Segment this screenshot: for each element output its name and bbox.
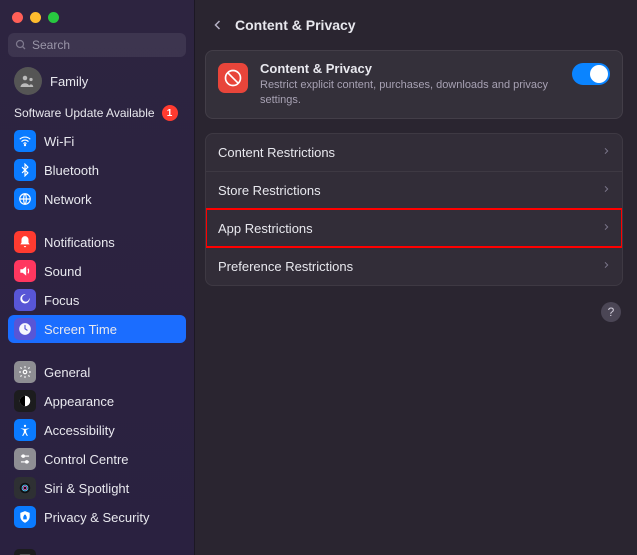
restrictions-group: Content Restrictions Store Restrictions Ap…	[205, 133, 623, 286]
software-update-row[interactable]: Software Update Available 1	[0, 101, 194, 127]
chevron-right-icon	[602, 183, 610, 198]
fullscreen-window-button[interactable]	[48, 12, 59, 23]
chevron-right-icon	[602, 259, 610, 274]
sidebar-item-label: Sound	[44, 264, 180, 279]
sidebar-item-label: Accessibility	[44, 423, 180, 438]
notifications-icon	[14, 231, 36, 253]
sidebar-item-notifications[interactable]: Notifications	[8, 228, 186, 256]
sidebar-item-label: Network	[44, 192, 180, 207]
sidebar-item-label: Siri & Spotlight	[44, 481, 180, 496]
sidebar-item-label: Privacy & Security	[44, 510, 180, 525]
sidebar-item-appearance[interactable]: Appearance	[8, 387, 186, 415]
control-centre-icon	[14, 448, 36, 470]
sidebar-item-label: Family	[50, 74, 180, 89]
network-icon	[14, 188, 36, 210]
sidebar-item-siri[interactable]: Siri & Spotlight	[8, 474, 186, 502]
sidebar-item-network[interactable]: Network	[8, 185, 186, 213]
sidebar-item-general[interactable]: General	[8, 358, 186, 386]
row-store-restrictions[interactable]: Store Restrictions	[206, 171, 622, 209]
sidebar-item-wifi[interactable]: Wi-Fi	[8, 127, 186, 155]
privacy-icon	[14, 506, 36, 528]
sidebar-item-label: Notifications	[44, 235, 180, 250]
sidebar: Family Software Update Available 1 Wi-Fi…	[0, 0, 195, 555]
family-avatar-icon	[14, 67, 42, 95]
wifi-icon	[14, 130, 36, 152]
siri-icon	[14, 477, 36, 499]
main-panel: Content & Privacy Content & Privacy Rest…	[195, 0, 637, 555]
sidebar-item-family[interactable]: Family	[8, 65, 186, 97]
sound-icon	[14, 260, 36, 282]
search-icon	[15, 39, 27, 51]
focus-icon	[14, 289, 36, 311]
chevron-left-icon	[212, 18, 224, 32]
accessibility-icon	[14, 419, 36, 441]
hero-subtitle: Restrict explicit content, purchases, do…	[260, 78, 562, 108]
minimize-window-button[interactable]	[30, 12, 41, 23]
sidebar-scroll[interactable]: Wi-Fi Bluetooth Network Notifications Sound F…	[0, 127, 194, 555]
sidebar-item-control-centre[interactable]: Control Centre	[8, 445, 186, 473]
update-label: Software Update Available	[14, 106, 155, 120]
window-controls	[0, 0, 194, 33]
sidebar-item-focus[interactable]: Focus	[8, 286, 186, 314]
appearance-icon	[14, 390, 36, 412]
no-sign-icon	[218, 63, 248, 93]
update-badge: 1	[162, 105, 178, 121]
desktop-dock-icon	[14, 549, 36, 555]
sidebar-item-label: Appearance	[44, 394, 180, 409]
screen-time-icon	[14, 318, 36, 340]
back-button[interactable]	[207, 14, 229, 36]
sidebar-item-label: Control Centre	[44, 452, 180, 467]
header: Content & Privacy	[205, 10, 623, 50]
row-label: Store Restrictions	[218, 183, 602, 198]
content-privacy-toggle[interactable]	[572, 63, 610, 85]
row-app-restrictions[interactable]: App Restrictions	[206, 209, 622, 247]
row-label: Content Restrictions	[218, 145, 602, 160]
help-button[interactable]: ?	[601, 302, 621, 322]
bluetooth-icon	[14, 159, 36, 181]
page-title: Content & Privacy	[235, 17, 356, 33]
general-icon	[14, 361, 36, 383]
sidebar-item-bluetooth[interactable]: Bluetooth	[8, 156, 186, 184]
chevron-right-icon	[602, 145, 610, 160]
row-label: App Restrictions	[218, 221, 602, 236]
sidebar-item-label: Screen Time	[44, 322, 180, 337]
content-privacy-hero: Content & Privacy Restrict explicit cont…	[205, 50, 623, 119]
close-window-button[interactable]	[12, 12, 23, 23]
sidebar-item-privacy[interactable]: Privacy & Security	[8, 503, 186, 531]
sidebar-item-sound[interactable]: Sound	[8, 257, 186, 285]
sidebar-item-desktop-dock[interactable]: Desktop & Dock	[8, 546, 186, 555]
search-input[interactable]	[32, 38, 179, 52]
sidebar-item-screen-time[interactable]: Screen Time	[8, 315, 186, 343]
sidebar-item-label: Wi-Fi	[44, 134, 180, 149]
sidebar-item-accessibility[interactable]: Accessibility	[8, 416, 186, 444]
sidebar-item-label: General	[44, 365, 180, 380]
sidebar-item-label: Bluetooth	[44, 163, 180, 178]
chevron-right-icon	[602, 221, 610, 236]
sidebar-item-label: Focus	[44, 293, 180, 308]
search-field[interactable]	[8, 33, 186, 57]
row-content-restrictions[interactable]: Content Restrictions	[206, 134, 622, 171]
row-preference-restrictions[interactable]: Preference Restrictions	[206, 247, 622, 285]
hero-title: Content & Privacy	[260, 61, 562, 76]
row-label: Preference Restrictions	[218, 259, 602, 274]
